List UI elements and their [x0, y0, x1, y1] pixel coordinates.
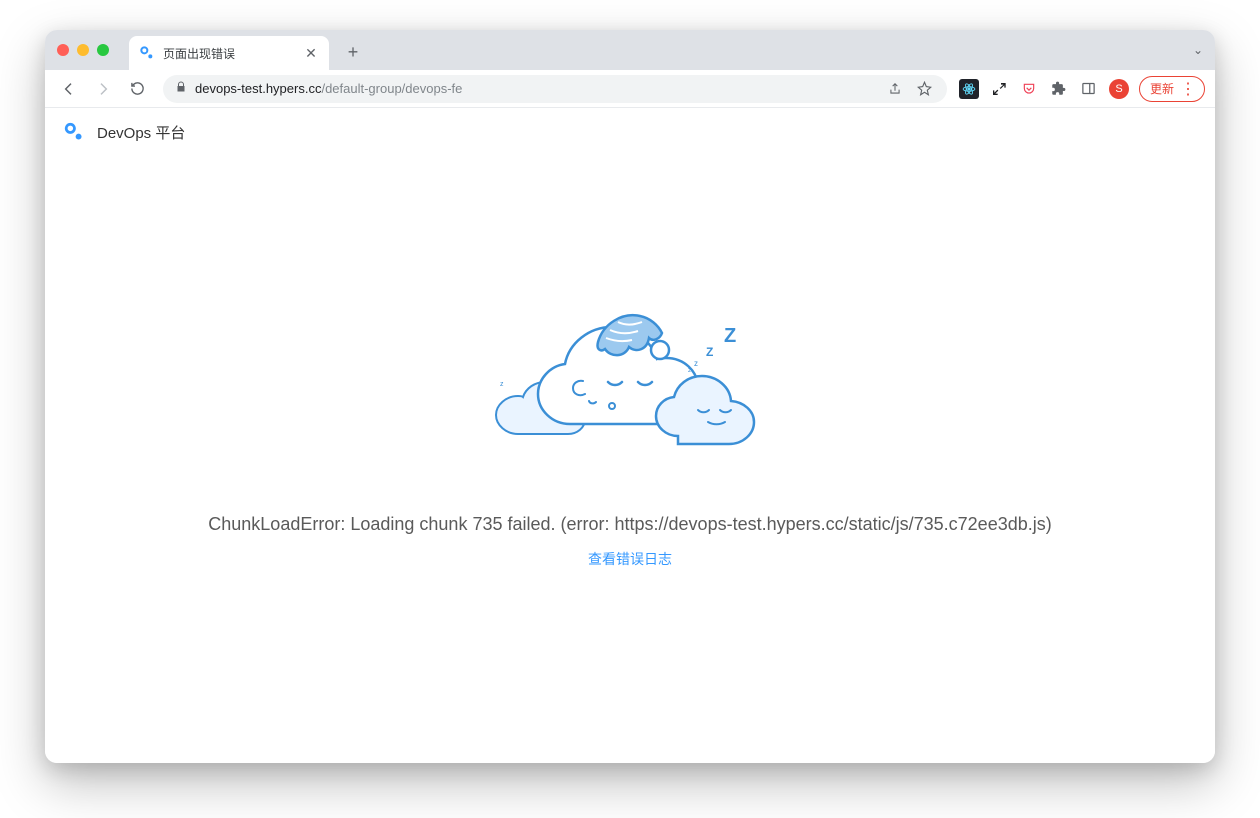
- url-path: /default-group/devops-fe: [321, 81, 462, 96]
- tab-strip: 页面出现错误 ✕ + ⌄: [45, 30, 1215, 70]
- minimize-window-button[interactable]: [77, 44, 89, 56]
- maximize-window-button[interactable]: [97, 44, 109, 56]
- svg-text:z: z: [694, 359, 698, 368]
- svg-text:z: z: [688, 368, 691, 374]
- update-button[interactable]: 更新 ⋮: [1139, 76, 1205, 102]
- url-text: devops-test.hypers.cc/default-group/devo…: [195, 81, 462, 96]
- back-button[interactable]: [55, 75, 83, 103]
- svg-text:z: z: [500, 381, 504, 388]
- profile-avatar[interactable]: S: [1109, 79, 1129, 99]
- svg-text:Z: Z: [724, 325, 736, 347]
- toolbar-actions: S 更新 ⋮: [959, 76, 1205, 102]
- tab-list-dropdown-icon[interactable]: ⌄: [1193, 43, 1203, 57]
- close-window-button[interactable]: [57, 44, 69, 56]
- tab-favicon-icon: [139, 45, 155, 61]
- avatar-initial: S: [1115, 83, 1122, 95]
- pocket-extension-icon[interactable]: [1019, 79, 1039, 99]
- page-header: DevOps 平台: [45, 108, 1215, 156]
- react-devtools-extension-icon[interactable]: [959, 79, 979, 99]
- error-message: ChunkLoadError: Loading chunk 735 failed…: [168, 514, 1091, 535]
- tab-title: 页面出现错误: [163, 45, 295, 62]
- address-bar[interactable]: devops-test.hypers.cc/default-group/devo…: [163, 75, 947, 103]
- reload-button[interactable]: [123, 75, 151, 103]
- expand-extension-icon[interactable]: [989, 79, 1009, 99]
- menu-kebab-icon[interactable]: ⋮: [1180, 79, 1196, 99]
- forward-button[interactable]: [89, 75, 117, 103]
- extensions-puzzle-icon[interactable]: [1049, 79, 1069, 99]
- brand-logo-icon: [63, 121, 85, 143]
- brand-title: DevOps 平台: [97, 122, 185, 143]
- url-host: devops-test.hypers.cc: [195, 81, 321, 96]
- error-panel: Z Z z z z ChunkLoadError: Loading chunk …: [45, 156, 1215, 569]
- browser-tab[interactable]: 页面出现错误 ✕: [129, 36, 329, 70]
- update-label: 更新: [1150, 80, 1174, 97]
- sleeping-cloud-illustration-icon: Z Z z z z: [490, 306, 770, 466]
- page-content: DevOps 平台: [45, 108, 1215, 763]
- window-controls: [57, 44, 109, 56]
- tab-close-button[interactable]: ✕: [303, 45, 319, 62]
- browser-window: 页面出现错误 ✕ + ⌄ devops-test.hypers.cc/defau…: [45, 30, 1215, 763]
- browser-toolbar: devops-test.hypers.cc/default-group/devo…: [45, 70, 1215, 108]
- view-error-log-link[interactable]: 查看错误日志: [588, 549, 672, 569]
- bookmark-star-icon[interactable]: [915, 79, 935, 99]
- svg-text:Z: Z: [706, 345, 713, 359]
- side-panel-icon[interactable]: [1079, 79, 1099, 99]
- lock-icon: [175, 81, 187, 96]
- new-tab-button[interactable]: +: [339, 38, 367, 66]
- share-icon[interactable]: [885, 79, 905, 99]
